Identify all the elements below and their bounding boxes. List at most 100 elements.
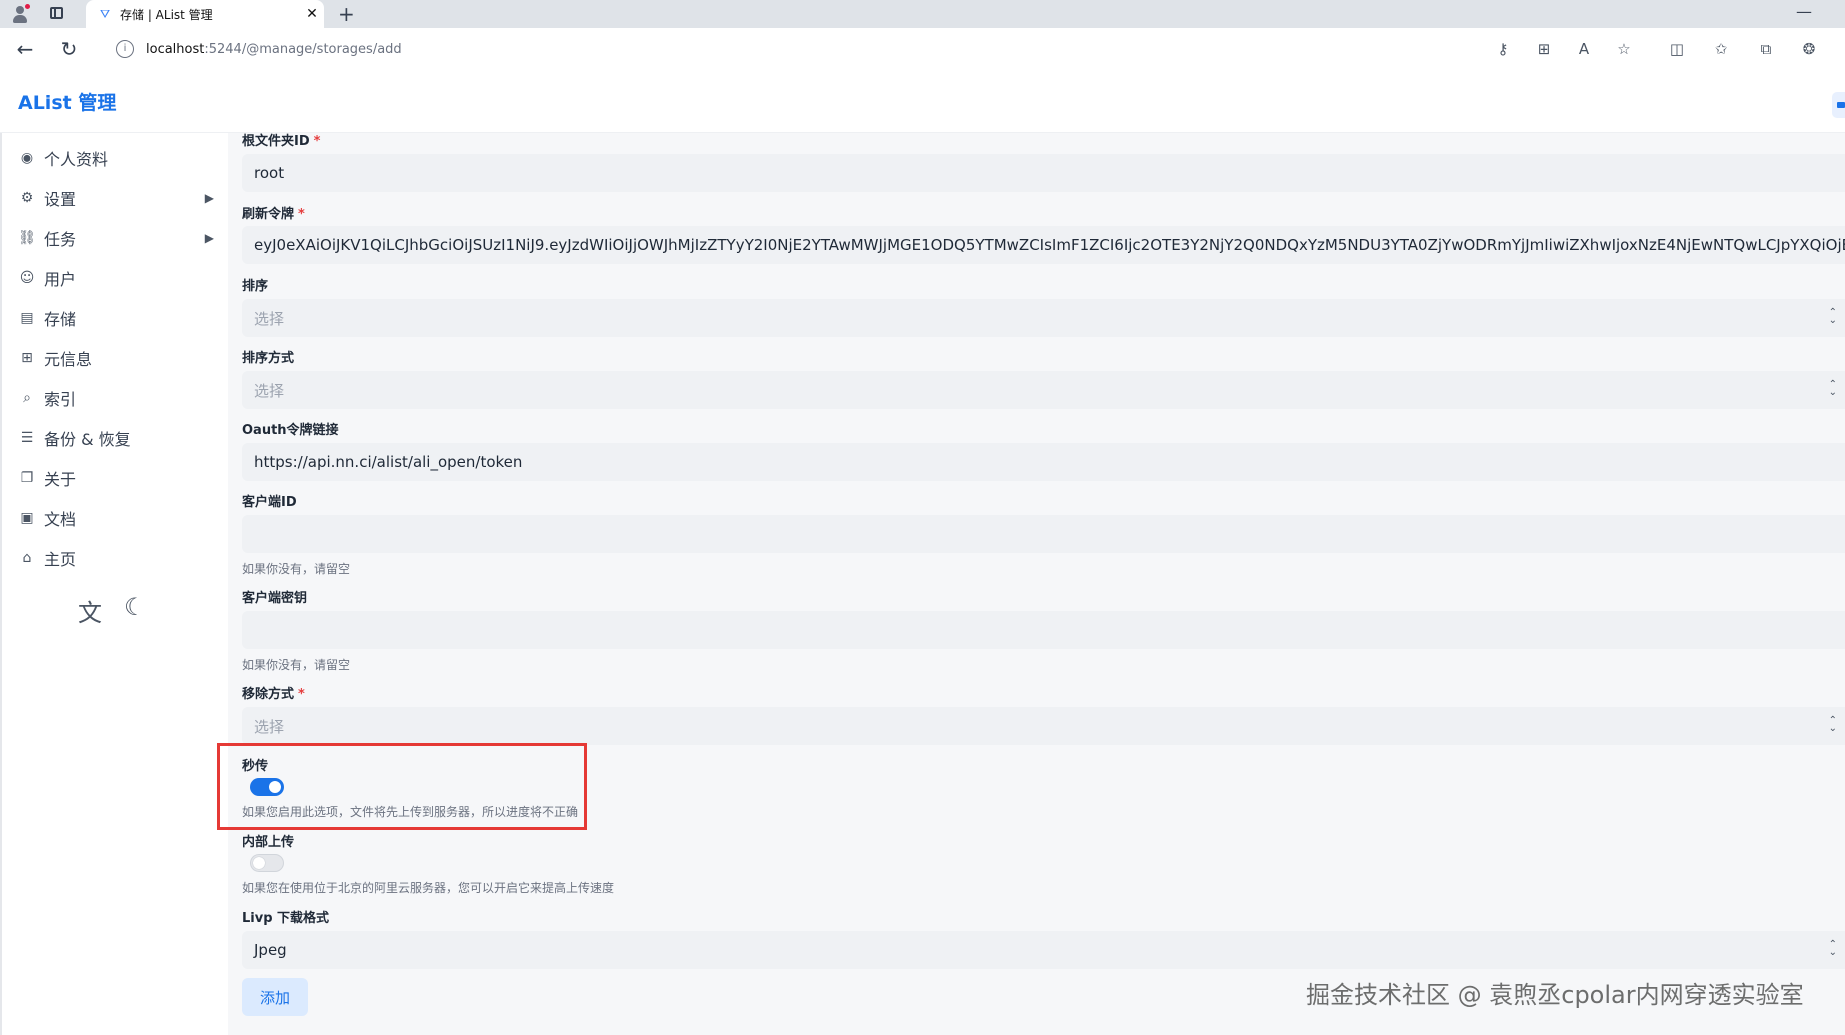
refresh-token-label: 刷新令牌 *	[242, 207, 305, 222]
sidebar-item-users[interactable]: ☺ 用户	[18, 265, 214, 291]
sidebar-item-indexes[interactable]: ⌕ 索引	[18, 385, 214, 411]
sidebar-item-label: 关于	[44, 470, 77, 489]
add-button[interactable]: 添加	[242, 978, 308, 1016]
app-brand[interactable]: AList 管理	[18, 88, 116, 115]
root-folder-input[interactable]: root	[242, 154, 1845, 192]
copy-icon: ❐	[20, 470, 34, 486]
client-secret-hint: 如果你没有，请留空	[242, 658, 351, 672]
refresh-token-input[interactable]: eyJ0eXAiOiJKV1QiLCJhbGciOiJSUzI1NiJ9.eyJ…	[242, 226, 1845, 264]
url-host: localhost	[146, 41, 205, 57]
sidebar-item-label: 用户	[44, 270, 77, 289]
internal-upload-toggle[interactable]	[250, 854, 284, 872]
close-tab-icon[interactable]: ✕	[300, 6, 324, 22]
sidebar-item-home[interactable]: ⌂ 主页	[18, 545, 214, 571]
order-direction-label: 排序方式	[242, 351, 295, 366]
user-icon: ☺	[19, 270, 35, 286]
url-field[interactable]: i localhost:5244/@manage/storages/add	[102, 33, 1682, 65]
oauth-url-input[interactable]: https://api.nn.ci/alist/ali_open/token	[242, 443, 1845, 481]
rapid-upload-toggle[interactable]	[250, 778, 284, 796]
apps-icon[interactable]: ⊞	[1535, 40, 1553, 58]
split-screen-icon[interactable]: ◫	[1668, 40, 1686, 58]
required-mark: *	[313, 134, 321, 149]
sidebar-item-label: 任务	[44, 230, 77, 249]
alist-logo-icon: ⛛	[99, 6, 111, 21]
order-direction-value: 选择	[254, 381, 285, 400]
translate-icon[interactable]: ⽂	[78, 593, 102, 628]
app-header: AList 管理	[0, 70, 1845, 133]
select-caret-icon: ⌃ ⌄	[1828, 715, 1837, 734]
remove-way-label: 移除方式 *	[242, 687, 305, 702]
livp-format-value: Jpeg	[254, 941, 287, 959]
reload-icon[interactable]: ↻	[56, 36, 82, 62]
internal-upload-hint: 如果您在使用位于北京的阿里云服务器，您可以开启它来提高上传速度	[242, 881, 615, 895]
sidebar-item-storages[interactable]: ▤ 存储	[18, 305, 214, 331]
client-secret-input[interactable]	[242, 611, 1845, 649]
storage-add-form: 根文件夹ID * root 刷新令牌 * eyJ0eXAiOiJKV1QiLCJhb…	[217, 133, 1845, 1035]
sidebar-item-label: 索引	[44, 390, 77, 409]
browser-tab[interactable]: ⛛ 存储 | AList 管理 ✕	[86, 0, 324, 28]
sidebar-item-about[interactable]: ❐ 关于	[18, 465, 214, 491]
sidebar-item-settings[interactable]: ⚙ 设置 ▶	[18, 185, 214, 211]
minimize-icon[interactable]: —	[1796, 2, 1812, 21]
select-caret-icon: ⌃ ⌄	[1828, 379, 1837, 398]
favorites-list-icon[interactable]: ✩	[1712, 40, 1730, 58]
gear-icon: ⚙	[20, 190, 34, 206]
database-icon: ☰	[20, 430, 34, 446]
select-caret-icon: ⌃ ⌄	[1828, 307, 1837, 326]
home-icon: ⌂	[22, 550, 32, 566]
meta-icon: ⊞	[21, 350, 33, 366]
browser-tab-bar: ⛛ 存储 | AList 管理 ✕ + —	[0, 0, 1845, 28]
sidebar-item-label: 设置	[44, 190, 77, 209]
order-direction-select[interactable]: 选择 ⌃ ⌄	[242, 371, 1845, 409]
sidebar-item-label: 备份 & 恢复	[44, 430, 131, 449]
order-by-select[interactable]: 选择 ⌃ ⌄	[242, 299, 1845, 337]
sidebar-item-metas[interactable]: ⊞ 元信息	[18, 345, 214, 371]
order-by-label: 排序	[242, 279, 269, 294]
client-id-input[interactable]	[242, 515, 1845, 553]
user-circle-icon: ◉	[20, 150, 34, 166]
password-key-icon[interactable]: ⚷	[1494, 40, 1512, 58]
livp-format-select[interactable]: Jpeg ⌃ ⌄	[242, 931, 1845, 969]
remove-way-select[interactable]: 选择 ⌃ ⌄	[242, 707, 1845, 745]
sidebar-item-docs[interactable]: ▣ 文档	[18, 505, 214, 531]
tab-actions-icon[interactable]	[50, 7, 63, 19]
sidebar-item-label: 文档	[44, 510, 77, 529]
header-action-icon[interactable]	[1832, 92, 1845, 118]
extensions-icon[interactable]: ❂	[1800, 40, 1818, 58]
collections-icon[interactable]: ⧉	[1757, 40, 1775, 58]
root-folder-label: 根文件夹ID *	[242, 134, 321, 149]
search-icon: ⌕	[23, 390, 31, 406]
sidebar-tools: ⽂ ☾	[78, 593, 146, 628]
sidebar-item-backup-restore[interactable]: ☰ 备份 & 恢复	[18, 425, 214, 451]
read-aloud-icon[interactable]: A	[1575, 40, 1593, 58]
rapid-upload-label: 秒传	[242, 759, 269, 774]
remove-way-value: 选择	[254, 717, 285, 736]
client-id-label: 客户端ID	[242, 495, 297, 510]
site-info-icon[interactable]: i	[116, 40, 134, 58]
storage-icon: ▤	[20, 310, 34, 326]
sidebar: ◉ 个人资料 ⚙ 设置 ▶ ⛓ 任务 ▶ ☺ 用户 ▤ 存储 ⊞ 元信息 ⌕ 索…	[0, 133, 226, 1035]
watermark-text: 掘金技术社区 @ 袁煦丞cpolar内网穿透实验室	[1306, 981, 1804, 1009]
oauth-url-label: Oauth令牌链接	[242, 423, 339, 438]
sidebar-item-label: 个人资料	[44, 150, 109, 169]
profile-icon[interactable]	[10, 4, 30, 24]
favorite-star-icon[interactable]: ☆	[1615, 40, 1633, 58]
dark-mode-moon-icon[interactable]: ☾	[124, 593, 146, 628]
rapid-upload-hint: 如果您启用此选项，文件将先上传到服务器，所以进度将不正确	[242, 805, 579, 819]
required-mark: *	[298, 207, 305, 222]
expand-arrow-icon[interactable]: ▶	[205, 191, 214, 205]
sidebar-item-label: 主页	[44, 550, 77, 569]
client-secret-label: 客户端密钥	[242, 591, 308, 606]
internal-upload-label: 内部上传	[242, 835, 295, 850]
sidebar-item-tasks[interactable]: ⛓ 任务 ▶	[18, 225, 214, 251]
select-caret-icon: ⌃ ⌄	[1828, 939, 1837, 958]
sidebar-item-profile[interactable]: ◉ 个人资料	[18, 145, 214, 171]
book-icon: ▣	[20, 510, 34, 526]
tab-title: 存储 | AList 管理	[120, 7, 213, 22]
sidebar-item-label: 存储	[44, 310, 77, 329]
expand-arrow-icon[interactable]: ▶	[205, 231, 214, 245]
sidebar-item-label: 元信息	[44, 350, 93, 369]
new-tab-icon[interactable]: +	[338, 2, 355, 26]
back-icon[interactable]: ←	[12, 36, 38, 62]
order-by-value: 选择	[254, 309, 285, 328]
